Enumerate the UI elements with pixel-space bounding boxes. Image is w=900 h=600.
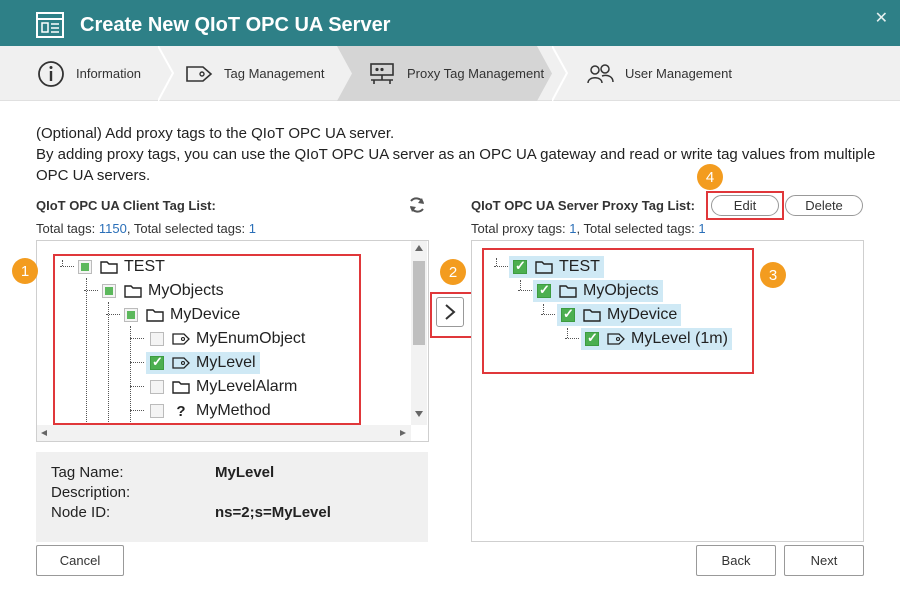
step-label: Information bbox=[76, 66, 142, 81]
client-tag-list-title: QIoT OPC UA Client Tag List: bbox=[36, 198, 216, 213]
intro-line-2: By adding proxy tags, you can use the QI… bbox=[36, 146, 876, 184]
step-tag-management[interactable]: Tag Management bbox=[184, 46, 324, 101]
info-icon bbox=[36, 59, 66, 89]
client-selected-count: 1 bbox=[248, 221, 256, 236]
step-label: User Management bbox=[625, 66, 732, 81]
next-button[interactable]: Next bbox=[784, 545, 864, 576]
scroll-down-icon[interactable] bbox=[414, 410, 424, 418]
users-icon bbox=[585, 59, 615, 89]
intro-text: (Optional) Add proxy tags to the QIoT OP… bbox=[36, 123, 876, 186]
tag-details-panel: Tag Name: MyLevel Description: Node ID: … bbox=[36, 452, 428, 542]
horizontal-scrollbar[interactable] bbox=[37, 425, 411, 441]
client-total-count: 1150 bbox=[98, 221, 127, 236]
scroll-left-icon[interactable] bbox=[40, 429, 48, 437]
dialog-title: Create New QIoT OPC UA Server bbox=[80, 14, 391, 36]
scroll-up-icon[interactable] bbox=[414, 244, 424, 252]
step-proxy-tag-management[interactable]: Proxy Tag Management bbox=[367, 46, 544, 101]
delete-button[interactable]: Delete bbox=[785, 195, 863, 216]
scroll-right-icon[interactable] bbox=[399, 429, 407, 437]
cancel-button[interactable]: Cancel bbox=[36, 545, 124, 576]
tag-icon bbox=[184, 59, 214, 89]
node-id-label: Node ID: bbox=[51, 504, 111, 521]
tag-name-value: MyLevel bbox=[215, 464, 275, 481]
close-icon[interactable]: ✕ bbox=[875, 8, 888, 28]
scrollbar-thumb[interactable] bbox=[413, 261, 425, 345]
step-badge-3: 3 bbox=[760, 262, 786, 288]
back-button[interactable]: Back bbox=[696, 545, 776, 576]
proxy-selected-count: 1 bbox=[698, 221, 706, 236]
highlight-box-2 bbox=[430, 292, 474, 338]
description-label: Description: bbox=[51, 484, 131, 501]
client-tag-counts: Total tags: 1150, Total selected tags: 1 bbox=[36, 221, 256, 236]
wizard-steps: Information Tag Management Proxy Tag Man… bbox=[0, 46, 900, 101]
highlight-box-3 bbox=[482, 248, 754, 374]
tag-name-label: Tag Name: bbox=[51, 464, 124, 481]
step-badge-4: 4 bbox=[697, 164, 723, 190]
network-icon bbox=[367, 59, 397, 89]
server-window-icon bbox=[36, 12, 64, 38]
step-separator bbox=[158, 46, 174, 101]
refresh-icon[interactable] bbox=[407, 195, 427, 215]
step-label: Tag Management bbox=[224, 66, 325, 81]
step-badge-1: 1 bbox=[12, 258, 38, 284]
step-information[interactable]: Information bbox=[36, 46, 141, 101]
dialog-titlebar: Create New QIoT OPC UA Server ✕ bbox=[0, 0, 900, 52]
step-separator bbox=[552, 46, 568, 101]
proxy-tag-counts: Total proxy tags: 1, Total selected tags… bbox=[471, 221, 706, 236]
node-id-value: ns=2;s=MyLevel bbox=[215, 504, 331, 521]
proxy-total-count: 1 bbox=[569, 221, 577, 236]
intro-line-1: (Optional) Add proxy tags to the QIoT OP… bbox=[36, 125, 395, 142]
step-user-management[interactable]: User Management bbox=[585, 46, 732, 101]
highlight-box-1 bbox=[53, 254, 361, 425]
step-badge-2: 2 bbox=[440, 259, 466, 285]
proxy-tag-list-title: QIoT OPC UA Server Proxy Tag List: bbox=[471, 198, 695, 213]
step-label: Proxy Tag Management bbox=[407, 66, 545, 81]
highlight-box-4 bbox=[706, 191, 784, 220]
